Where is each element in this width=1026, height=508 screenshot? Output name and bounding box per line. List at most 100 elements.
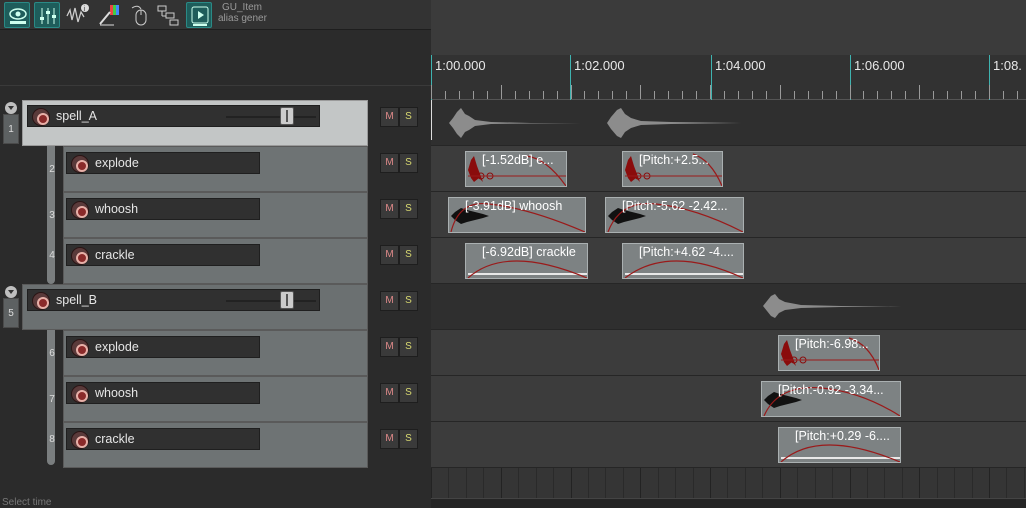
item-alias-label: alias gener bbox=[218, 13, 267, 24]
mute-button[interactable]: M bbox=[380, 429, 399, 449]
ruler-minor-tick bbox=[682, 91, 683, 99]
solo-button[interactable]: S bbox=[399, 199, 418, 219]
ruler-label: 1:04.000 bbox=[715, 58, 766, 73]
ruler-label: 1:02.000 bbox=[574, 58, 625, 73]
track-name-box[interactable]: spell_B bbox=[27, 289, 320, 311]
mute-button[interactable]: M bbox=[380, 107, 399, 127]
ruler-minor-tick bbox=[543, 91, 544, 99]
mouse-modifier-button[interactable] bbox=[126, 2, 152, 28]
record-arm-button[interactable] bbox=[71, 247, 89, 265]
track-5[interactable]: 5 spell_B M S bbox=[0, 284, 431, 330]
mute-solo-group: M S bbox=[380, 383, 418, 403]
ruler-minor-tick bbox=[515, 91, 516, 99]
record-arm-button[interactable] bbox=[71, 201, 89, 219]
track-8[interactable]: 8 crackle M S bbox=[0, 422, 431, 468]
mute-solo-group: M S bbox=[380, 199, 418, 219]
ruler-minor-tick bbox=[487, 91, 488, 99]
track-4[interactable]: 4 crackle M S bbox=[0, 238, 431, 284]
track-1[interactable]: 1 spell_A M S bbox=[0, 100, 431, 146]
ruler-minor-tick bbox=[905, 91, 906, 99]
item-name-label: GU_Item bbox=[222, 2, 263, 13]
track-number: 6 bbox=[49, 348, 55, 359]
item-label: [-3.91dB] whoosh bbox=[465, 199, 563, 213]
ruler-minor-tick bbox=[557, 91, 558, 99]
routing-matrix-icon bbox=[157, 5, 179, 26]
ruler-minor-tick bbox=[1003, 91, 1004, 99]
track-name-box[interactable]: whoosh bbox=[66, 198, 260, 220]
horizontal-scrollbar[interactable] bbox=[431, 498, 1026, 508]
solo-button[interactable]: S bbox=[399, 383, 418, 403]
ruler-minor-tick bbox=[822, 91, 823, 99]
mute-solo-group: M S bbox=[380, 245, 418, 265]
transport-play-button[interactable] bbox=[186, 2, 212, 28]
volume-fader-track[interactable] bbox=[226, 116, 316, 118]
track-7[interactable]: 7 whoosh M S bbox=[0, 376, 431, 422]
track-name-box[interactable]: explode bbox=[66, 152, 260, 174]
track-2[interactable]: 2 explode M S bbox=[0, 146, 431, 192]
solo-button[interactable]: S bbox=[399, 245, 418, 265]
track-number: 2 bbox=[49, 164, 55, 175]
solo-button[interactable]: S bbox=[399, 153, 418, 173]
track-name: spell_B bbox=[56, 293, 97, 307]
track-name-box[interactable]: spell_A bbox=[27, 105, 320, 127]
track-name: explode bbox=[95, 156, 139, 170]
media-item[interactable]: [-6.92dB] crackle bbox=[465, 243, 588, 279]
record-arm-button[interactable] bbox=[71, 431, 89, 449]
media-item[interactable]: [-1.52dB] e... bbox=[465, 151, 567, 187]
track-6[interactable]: 6 explode M S bbox=[0, 330, 431, 376]
track-number: 8 bbox=[49, 434, 55, 445]
media-item[interactable]: [Pitch:-6.98... bbox=[778, 335, 880, 371]
mute-button[interactable]: M bbox=[380, 245, 399, 265]
item-label: [-6.92dB] crackle bbox=[482, 245, 576, 259]
record-arm-button[interactable] bbox=[71, 339, 89, 357]
mute-button[interactable]: M bbox=[380, 383, 399, 403]
item-label: [-1.52dB] e... bbox=[482, 153, 554, 167]
solo-button[interactable]: S bbox=[399, 337, 418, 357]
ruler-minor-tick bbox=[961, 91, 962, 99]
volume-fader-knob[interactable] bbox=[280, 107, 294, 125]
arrange-view[interactable]: [-1.52dB] e... [Pitch:+2.5... [-3.91dB] … bbox=[431, 100, 1026, 498]
solo-button[interactable]: S bbox=[399, 107, 418, 127]
color-edit-button[interactable] bbox=[96, 2, 122, 28]
mute-button[interactable]: M bbox=[380, 153, 399, 173]
media-item[interactable]: [Pitch:+0.29 -6.... bbox=[778, 427, 901, 463]
track-number: 3 bbox=[49, 210, 55, 221]
solo-button[interactable]: S bbox=[399, 429, 418, 449]
media-item[interactable]: [Pitch:+2.5... bbox=[622, 151, 723, 187]
track-name-box[interactable]: crackle bbox=[66, 244, 260, 266]
record-arm-button[interactable] bbox=[32, 292, 50, 310]
status-text: Select time bbox=[2, 497, 52, 508]
media-item[interactable]: [-3.91dB] whoosh bbox=[448, 197, 586, 233]
volume-fader-knob[interactable] bbox=[280, 291, 294, 309]
track-name: crackle bbox=[95, 248, 135, 262]
record-arm-button[interactable] bbox=[71, 385, 89, 403]
mute-button[interactable]: M bbox=[380, 199, 399, 219]
ruler-minor-tick bbox=[668, 91, 669, 99]
media-item[interactable]: [Pitch:-5.62 -2.42... bbox=[605, 197, 744, 233]
item-label: [Pitch:+4.62 -4.... bbox=[639, 245, 734, 259]
mute-button[interactable]: M bbox=[380, 291, 399, 311]
folder-collapse-icon[interactable] bbox=[5, 286, 17, 298]
record-arm-button[interactable] bbox=[71, 155, 89, 173]
media-item[interactable]: [Pitch:+4.62 -4.... bbox=[622, 243, 744, 279]
envelope-info-button[interactable]: i bbox=[64, 2, 90, 28]
solo-button[interactable]: S bbox=[399, 291, 418, 311]
mute-button[interactable]: M bbox=[380, 337, 399, 357]
track-name-box[interactable]: crackle bbox=[66, 428, 260, 450]
track-3[interactable]: 3 whoosh M S bbox=[0, 192, 431, 238]
mixer-button[interactable] bbox=[34, 2, 60, 28]
mute-solo-group: M S bbox=[380, 291, 418, 311]
record-arm-button[interactable] bbox=[32, 108, 50, 126]
media-item[interactable]: [Pitch:-0.92 -3.34... bbox=[761, 381, 901, 417]
folder-collapse-icon[interactable] bbox=[5, 102, 17, 114]
track-name-box[interactable]: explode bbox=[66, 336, 260, 358]
timeline-ruler[interactable]: 1:00.000 1:02.000 1:04.000 1:06.000 1:08… bbox=[431, 55, 1026, 100]
main-toolbar: i GU_Item alias gener bbox=[0, 0, 431, 30]
ruler-minor-tick bbox=[598, 91, 599, 99]
volume-fader-track[interactable] bbox=[226, 300, 316, 302]
ruler-minor-tick bbox=[431, 85, 432, 99]
track-name-box[interactable]: whoosh bbox=[66, 382, 260, 404]
track-visibility-button[interactable] bbox=[4, 2, 30, 28]
routing-matrix-button[interactable] bbox=[155, 2, 181, 28]
ruler-minor-tick bbox=[612, 91, 613, 99]
